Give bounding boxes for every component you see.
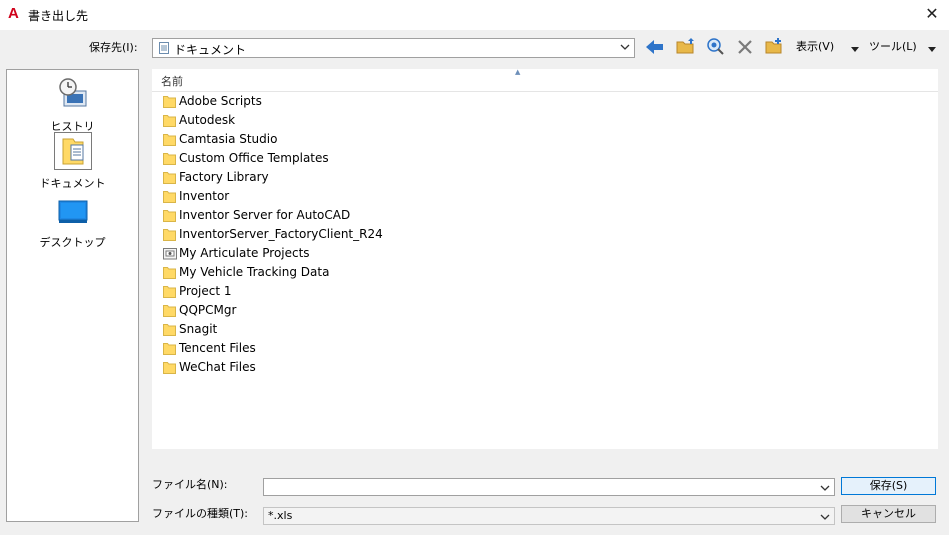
filetype-label: ファイルの種類(T): [152,507,249,520]
chevron-down-icon [820,483,830,493]
file-name: Snagit [179,322,218,336]
view-dropdown-caret-icon[interactable] [851,42,859,52]
file-name: Tencent Files [179,341,256,355]
tools-menu[interactable]: ツール(L) [869,38,917,54]
file-name: Project 1 [179,284,232,298]
file-name: WeChat Files [179,360,256,374]
list-item[interactable]: My Articulate Projects [160,244,560,263]
tools-dropdown-caret-icon[interactable] [928,42,936,52]
save-in-label: 保存先(I): [89,41,138,54]
place-documents-label: ドキュメント [39,177,106,190]
file-name: InventorServer_FactoryClient_R24 [179,227,383,241]
place-documents[interactable]: ドキュメント [7,132,138,190]
file-name: Camtasia Studio [179,132,278,146]
list-item[interactable]: Inventor [160,187,560,206]
file-list[interactable]: 名前 ▲ Adobe Scripts Autodesk Camtasia Studi… [152,68,938,449]
up-folder-icon[interactable] [675,36,695,56]
folder-icon [163,323,176,336]
desktop-icon [58,200,88,227]
chevron-down-icon [620,42,630,52]
list-item[interactable]: Custom Office Templates [160,149,560,168]
column-header-name[interactable]: 名前 ▲ [152,68,938,92]
file-name: Factory Library [179,170,269,184]
file-name: My Vehicle Tracking Data [179,265,330,279]
folder-icon [163,95,176,108]
file-name: Adobe Scripts [179,94,262,108]
folder-icon [163,152,176,165]
filename-label: ファイル名(N): [152,478,228,491]
file-name: QQPCMgr [179,303,237,317]
view-menu[interactable]: 表示(V) [796,38,834,54]
autocad-app-icon: A [8,5,19,22]
folder-icon [163,361,176,374]
filetype-value: *.xls [268,509,293,522]
place-history[interactable]: ヒストリ [7,76,138,136]
list-item[interactable]: InventorServer_FactoryClient_R24 [160,225,560,244]
list-item[interactable]: Camtasia Studio [160,130,560,149]
documents-small-icon [159,42,169,54]
back-arrow-icon[interactable] [645,37,665,57]
save-in-value: ドキュメント [174,43,247,57]
chevron-down-icon [820,512,830,522]
list-item[interactable]: Project 1 [160,282,560,301]
list-item[interactable]: Snagit [160,320,560,339]
list-item[interactable]: WeChat Files [160,358,560,377]
title-bar: A 書き出し先 ✕ [0,0,949,30]
dialog-title: 書き出し先 [28,9,89,23]
documents-folder-icon [54,132,92,170]
folder-icon [163,171,176,184]
search-web-icon[interactable] [705,36,725,56]
list-item[interactable]: Adobe Scripts [160,92,560,111]
filename-input[interactable] [263,478,835,496]
history-icon [58,78,88,111]
sort-ascending-icon: ▲ [515,68,521,76]
new-folder-icon[interactable] [764,36,784,56]
file-name: My Articulate Projects [179,246,310,260]
folder-icon [163,228,176,241]
folder-icon [163,133,176,146]
list-item[interactable]: Factory Library [160,168,560,187]
list-item[interactable]: QQPCMgr [160,301,560,320]
list-item[interactable]: Autodesk [160,111,560,130]
list-item[interactable]: My Vehicle Tracking Data [160,263,560,282]
list-item[interactable]: Inventor Server for AutoCAD [160,206,560,225]
save-button[interactable]: 保存(S) [841,477,936,495]
folder-icon [163,304,176,317]
place-desktop-label: デスクトップ [39,236,106,249]
special-folder-icon [163,247,177,260]
list-item[interactable]: Tencent Files [160,339,560,358]
folder-icon [163,266,176,279]
place-desktop[interactable]: デスクトップ [7,198,138,249]
column-header-name-label: 名前 [161,75,183,88]
delete-icon[interactable] [735,37,755,57]
file-name: Inventor Server for AutoCAD [179,208,351,222]
file-name: Inventor [179,189,230,203]
cancel-button[interactable]: キャンセル [841,505,936,523]
close-button[interactable]: ✕ [920,3,944,25]
file-name: Custom Office Templates [179,151,329,165]
filetype-dropdown[interactable]: *.xls [263,507,835,525]
folder-icon [163,285,176,298]
folder-icon [163,342,176,355]
folder-icon [163,114,176,127]
folder-icon [163,209,176,222]
file-name: Autodesk [179,113,236,127]
places-bar: ヒストリ ドキュメント デスクトップ [6,69,139,522]
save-in-dropdown[interactable]: ドキュメント [152,38,635,58]
folder-icon [163,190,176,203]
